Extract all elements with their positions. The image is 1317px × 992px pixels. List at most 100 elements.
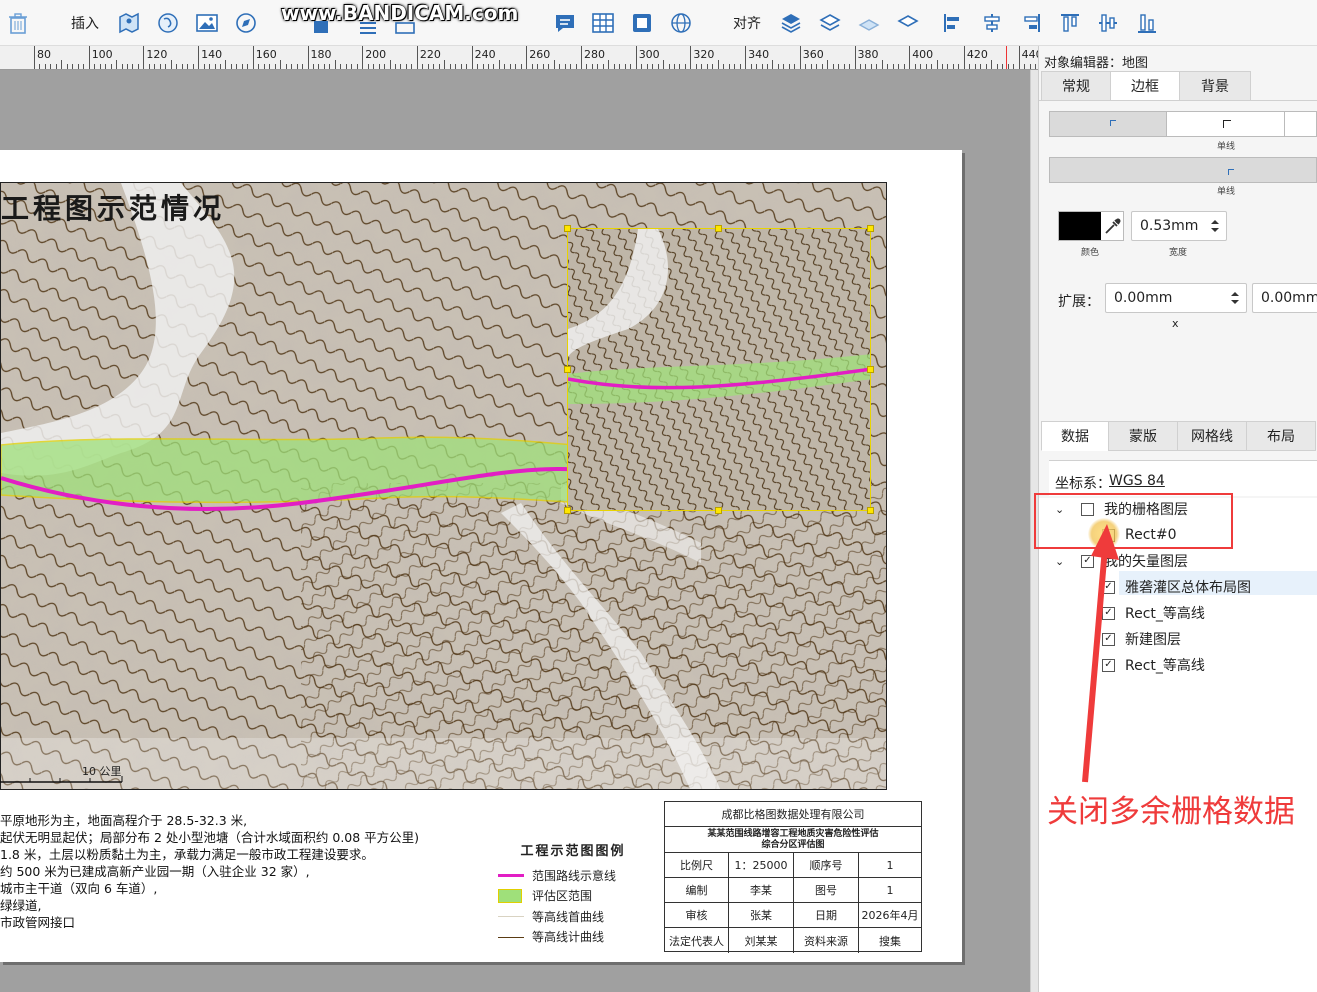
inset-terrain-image [568,229,870,510]
title-block-cell: 编制 [665,878,729,902]
border-style-selector-1[interactable] [1049,111,1317,137]
bring-forward-icon[interactable] [818,9,842,37]
expand-x-input[interactable]: 0.00mm [1105,283,1247,313]
description-line: 城市主干道（双向 6 车道）, [0,881,158,896]
resize-handle[interactable] [867,507,874,514]
line-style-option-none[interactable] [1050,112,1167,136]
crs-value-link[interactable]: WGS 84 [1109,473,1165,489]
chevron-down-icon[interactable]: ⌄ [1055,555,1067,568]
line-style-option-single[interactable] [1167,112,1285,136]
border-color-picker[interactable] [1058,211,1124,241]
send-backward-icon[interactable] [857,9,881,37]
resize-handle[interactable] [715,507,722,514]
resize-handle[interactable] [564,366,571,373]
tab-layout[interactable]: 布局 [1246,421,1316,451]
inset-map[interactable] [567,228,871,511]
shape-icon[interactable] [630,9,654,37]
align-label: 对齐 [733,16,761,32]
title-block-cell: 日期 [794,903,859,927]
ruler-number: 400 [912,48,934,61]
ruler-minor-tick [225,60,227,69]
layout-page: 工程图示范情况 10 公里 平原地形为主，地面高程介于 28.5-32.3 米,… [0,150,962,962]
color-swatch [1059,212,1101,240]
align-menu[interactable]: 对齐 [730,9,764,37]
ruler-number: 200 [365,48,387,61]
ruler-number: 120 [146,48,168,61]
title-block-row: 编制 李某 图号 1 [665,878,921,903]
layer-label: Rect_等高线 [1125,658,1205,674]
layer-label: Rect_等高线 [1125,606,1205,622]
layout-canvas[interactable]: 工程图示范情况 10 公里 平原地形为主，地面高程介于 28.5-32.3 米,… [0,70,1030,992]
frame-icon[interactable] [393,9,417,37]
ruler-number: 180 [310,48,332,61]
resize-handle[interactable] [867,366,874,373]
spinner-icon[interactable] [1210,218,1220,234]
crs-row: 坐标系： WGS 84 [1049,460,1317,496]
web-globe-icon[interactable] [669,9,693,37]
description-line: 绿绿道, [0,898,42,913]
toolbar: 插入 www.BANDICAM.com 对齐 [0,0,1317,46]
north-arrow-icon[interactable] [310,9,334,37]
insert-menu[interactable]: 插入 [68,9,102,37]
ruler-minor-tick [498,60,500,69]
ruler-minor-tick [663,60,665,69]
title-block[interactable]: 成都比格图数据处理有限公司 某某范围线路增容工程地质灾害危险性评估 综合分区评估… [664,801,922,953]
ruler-number: 260 [529,48,551,61]
tab-gridlines[interactable]: 网格线 [1177,421,1247,451]
tab-border[interactable]: 边框 [1110,71,1180,101]
tab-data[interactable]: 数据 [1041,421,1109,451]
border-width-input[interactable]: 0.53mm [1131,211,1227,241]
title-block-cell: 图号 [794,878,859,902]
tab-background[interactable]: 背景 [1179,71,1251,101]
map-frame[interactable]: 工程图示范情况 [0,182,887,790]
title-block-cell: 审核 [665,903,729,927]
align-top-icon[interactable] [1058,9,1082,37]
align-center-icon[interactable] [980,9,1004,37]
resize-handle[interactable] [564,225,571,232]
spinner-icon[interactable] [1230,290,1240,306]
delete-icon[interactable] [6,9,30,37]
comment-icon[interactable] [553,9,577,37]
expand-y-value: 0.00mm [1261,290,1317,306]
ruler-tick [526,46,528,69]
annotation-arrow-icon [1082,524,1119,783]
text-list-icon[interactable] [356,9,380,37]
compass-icon[interactable] [234,9,258,37]
border-style-selector-2[interactable] [1049,157,1317,183]
image-icon[interactable] [195,9,219,37]
title-block-cell: 1 [886,883,894,897]
resize-handle[interactable] [715,225,722,232]
project-name: 某某范围线路增容工程地质灾害危险性评估 综合分区评估图 [665,827,921,852]
ruler-tick [416,46,418,69]
send-back-icon[interactable] [896,9,920,37]
bring-front-icon[interactable] [779,9,803,37]
table-icon[interactable] [591,9,615,37]
tab-mask[interactable]: 蒙版 [1108,421,1178,451]
align-bottom-icon[interactable] [1135,9,1159,37]
expand-y-input[interactable]: 0.00mm [1252,283,1317,313]
title-block-cell: 比例尺 [665,853,729,877]
ruler-minor-tick [772,60,774,69]
description-line: 1.8 米，土层以粉质黏土为主，承载力满足一般市政工程建设要求。 [0,847,374,862]
align-right-icon[interactable] [1019,9,1043,37]
legend-item-label: 评估区范围 [532,889,593,904]
expand-label: 扩展： [1058,294,1100,310]
align-left-icon[interactable] [941,9,965,37]
eyedropper-icon[interactable] [1103,216,1123,236]
resize-handle[interactable] [867,225,874,232]
horizontal-ruler: 80 100 120 140 160 180 200 220 240 260 280 300 320 34… [0,46,1040,70]
legend-item-route: 范围路线示意线 [498,865,648,886]
ruler-tick [635,46,637,69]
tab-general[interactable]: 常规 [1041,71,1111,101]
ruler-tick [252,46,254,69]
align-middle-icon[interactable] [1096,9,1120,37]
map-insert-icon[interactable] [117,9,141,37]
resize-handle[interactable] [564,507,571,514]
ruler-minor-tick [608,60,610,69]
ruler-minor-tick [936,60,938,69]
ruler-minor-tick [170,60,172,69]
line-style-label: 单线 [1217,187,1236,197]
globe-map-icon[interactable] [156,9,180,37]
project-line-1: 某某范围线路增容工程地质灾害危险性评估 [707,828,879,839]
map-legend[interactable]: 工程示范图图例 范围路线示意线 评估区范围 等高线首曲线 等高线计曲线 [498,840,648,947]
